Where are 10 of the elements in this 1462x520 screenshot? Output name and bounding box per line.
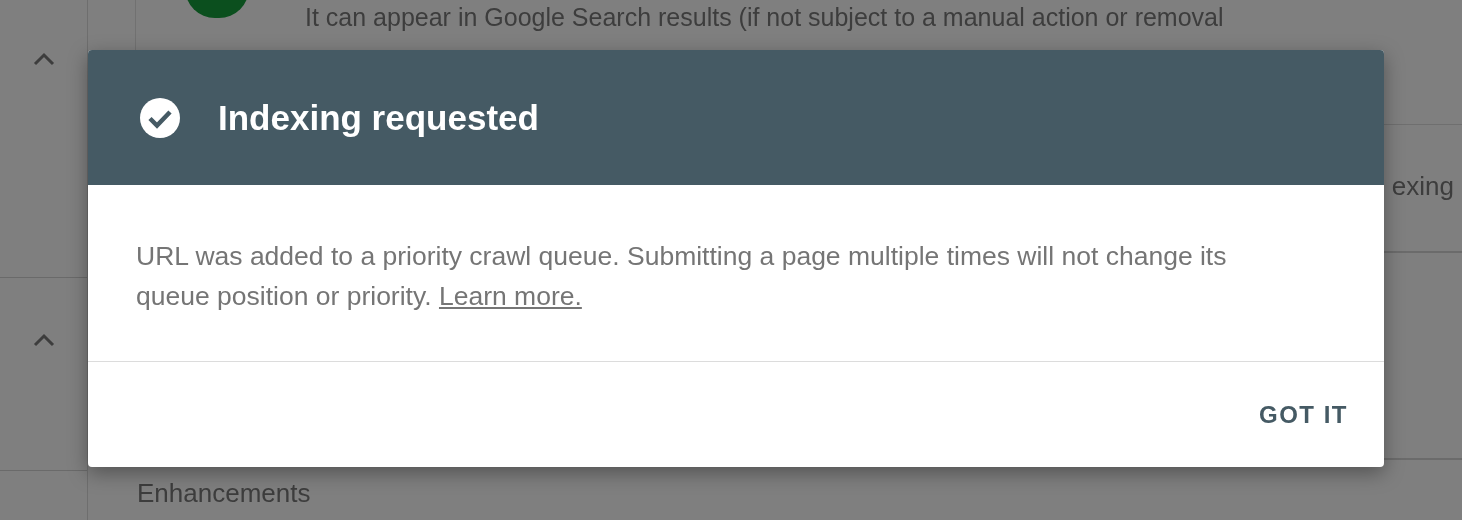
dialog-title: Indexing requested (218, 97, 539, 138)
learn-more-link[interactable]: Learn more. (438, 281, 582, 311)
status-text: exing (1391, 170, 1454, 202)
section-title: Enhancements (137, 478, 312, 509)
check-circle-icon (139, 96, 181, 139)
dialog-message: URL was added to a priority crawl queue. Submitting a page multiple times will not change its queue position or priority. Learn more. (88, 185, 1384, 362)
chevron-up-icon[interactable] (32, 333, 55, 347)
got-it-button[interactable]: GOT IT (1253, 392, 1354, 437)
coverage-text: It can appear in Google Search results (if not subject to a manual action or removal (305, 2, 1224, 32)
chevron-up-icon[interactable] (32, 52, 55, 66)
